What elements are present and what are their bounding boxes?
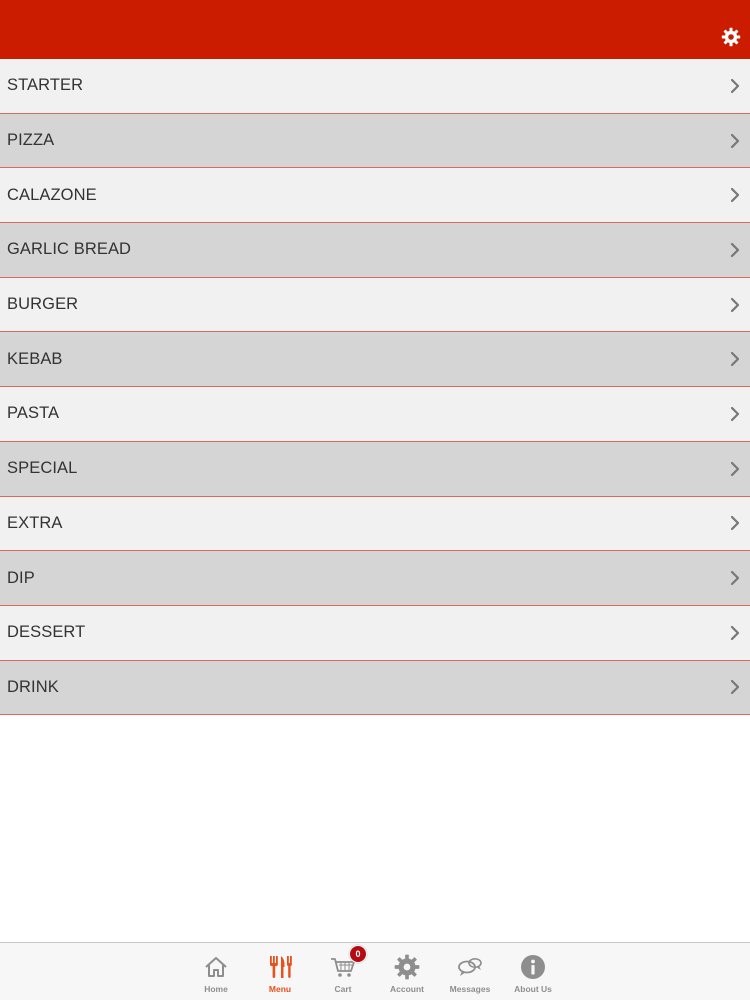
chevron-right-icon (728, 460, 742, 478)
menu-item-label: PIZZA (7, 131, 55, 150)
menu-item-pasta[interactable]: PASTA (0, 387, 750, 442)
cart-icon: 0 (329, 945, 367, 981)
menu-item-burger[interactable]: BURGER (0, 277, 750, 333)
gear-icon (721, 27, 741, 47)
menu-item-label: DESSERT (7, 623, 86, 642)
menu-item-label: EXTRA (7, 513, 63, 532)
menu-item-calazone[interactable]: CALAZONE (0, 168, 750, 224)
menu-item-label: GARLIC BREAD (7, 240, 132, 259)
tab-account[interactable]: Account (375, 943, 439, 1000)
tab-label: Cart (334, 984, 352, 994)
chevron-right-icon (728, 569, 742, 587)
chevron-right-icon (728, 186, 742, 204)
tab-label: Home (204, 984, 228, 994)
menu-item-label: STARTER (7, 76, 84, 95)
chevron-right-icon (728, 514, 742, 532)
menu-item-label: KEBAB (7, 349, 63, 368)
chevron-right-icon (728, 624, 742, 642)
tab-label: Account (390, 984, 424, 994)
menu-item-kebab[interactable]: KEBAB (0, 332, 750, 388)
bottom-tab-bar: Home Menu 0 Cart Account Messages About … (0, 942, 750, 1000)
tab-about-us[interactable]: About Us (501, 943, 565, 1000)
info-icon (519, 953, 547, 981)
menu-item-label: SPECIAL (7, 459, 78, 478)
tab-home[interactable]: Home (184, 943, 248, 1000)
menu-item-dessert[interactable]: DESSERT (0, 605, 750, 661)
chevron-right-icon (728, 241, 742, 259)
cart-count-badge: 0 (349, 945, 367, 963)
menu-item-extra[interactable]: EXTRA (0, 496, 750, 552)
menu-item-drink[interactable]: DRINK (0, 660, 750, 716)
chat-bubbles-icon (456, 953, 484, 981)
menu-item-label: DRINK (7, 677, 59, 696)
menu-item-garlic-bread[interactable]: GARLIC BREAD (0, 223, 750, 278)
chevron-right-icon (728, 77, 742, 95)
gear-icon (393, 953, 421, 981)
menu-item-label: CALAZONE (7, 185, 97, 204)
settings-button[interactable] (720, 26, 742, 48)
menu-category-list: STARTER PIZZA CALAZONE GARLIC BREAD BURG… (0, 59, 750, 716)
chevron-right-icon (728, 350, 742, 368)
chevron-right-icon (728, 405, 742, 423)
chevron-right-icon (728, 296, 742, 314)
tab-label: Messages (449, 984, 491, 994)
chevron-right-icon (728, 132, 742, 150)
menu-item-label: BURGER (7, 295, 79, 314)
home-icon (202, 953, 230, 981)
tab-label: About Us (514, 984, 552, 994)
tab-cart[interactable]: 0 Cart (311, 943, 375, 1000)
menu-item-label: DIP (7, 568, 35, 587)
menu-item-dip[interactable]: DIP (0, 551, 750, 606)
fork-knife-icon (266, 953, 294, 981)
top-bar (0, 0, 750, 59)
tab-messages[interactable]: Messages (438, 943, 502, 1000)
app-screen: STARTER PIZZA CALAZONE GARLIC BREAD BURG… (0, 0, 750, 1000)
chevron-right-icon (728, 678, 742, 696)
menu-item-starter[interactable]: STARTER (0, 59, 750, 114)
tab-menu[interactable]: Menu (248, 943, 312, 1000)
menu-item-pizza[interactable]: PIZZA (0, 113, 750, 169)
menu-item-special[interactable]: SPECIAL (0, 441, 750, 497)
tab-label: Menu (268, 984, 292, 994)
menu-item-label: PASTA (7, 404, 60, 423)
